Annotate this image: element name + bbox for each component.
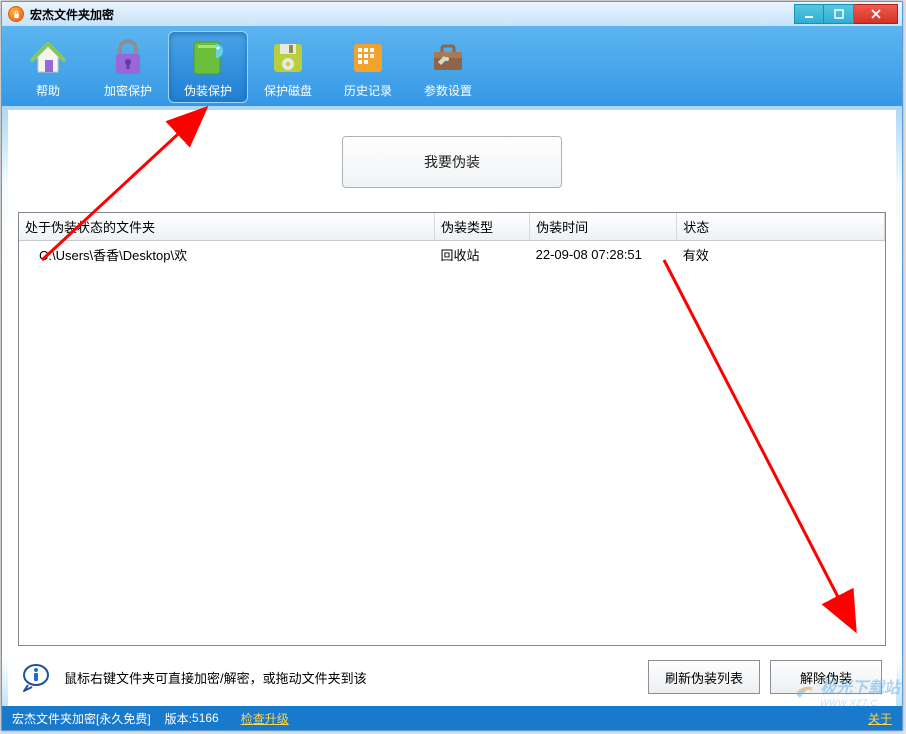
remove-disguise-button[interactable]: 解除伪装 <box>770 660 882 694</box>
refresh-list-button[interactable]: 刷新伪装列表 <box>648 660 760 694</box>
col-time[interactable]: 伪装时间 <box>530 213 677 241</box>
disguise-table: 处于伪装状态的文件夹 伪装类型 伪装时间 状态 C:\Users\香香\Desk… <box>18 212 886 646</box>
col-path[interactable]: 处于伪装状态的文件夹 <box>19 213 434 241</box>
statusbar: 宏杰文件夹加密[永久免费] 版本:5166 检查升级 关于 <box>2 706 902 730</box>
cell-status: 有效 <box>677 241 885 269</box>
window-title: 宏杰文件夹加密 <box>30 6 114 23</box>
toolbar-item-encrypt[interactable]: 加密保护 <box>88 31 168 103</box>
close-button[interactable] <box>854 4 898 24</box>
check-update-link[interactable]: 检查升级 <box>241 710 289 727</box>
info-icon <box>22 663 54 691</box>
hint-text: 鼠标右键文件夹可直接加密/解密，或拖动文件夹到该 <box>64 668 367 687</box>
toolbar-label: 参数设置 <box>424 82 472 99</box>
disguise-button[interactable]: 我要伪装 <box>342 136 562 188</box>
disk-icon <box>266 36 310 80</box>
home-icon <box>26 36 70 80</box>
toolbar-item-protect-disk[interactable]: 保护磁盘 <box>248 31 328 103</box>
toolbar-item-history[interactable]: 历史记录 <box>328 31 408 103</box>
lock-icon <box>106 36 150 80</box>
bottom-bar: 鼠标右键文件夹可直接加密/解密，或拖动文件夹到该 刷新伪装列表 解除伪装 <box>8 646 896 706</box>
toolbar-label: 伪装保护 <box>184 82 232 99</box>
cell-type: 回收站 <box>434 241 529 269</box>
toolbar-label: 加密保护 <box>104 82 152 99</box>
col-type[interactable]: 伪装类型 <box>434 213 529 241</box>
primary-action-row: 我要伪装 <box>8 110 896 212</box>
content-area: 我要伪装 处于伪装状态的文件夹 伪装类型 伪装时间 状态 C:\U <box>8 110 896 706</box>
app-window: 宏杰文件夹加密 帮助 <box>1 1 903 731</box>
toolbar-label: 保护磁盘 <box>264 82 312 99</box>
titlebar: 宏杰文件夹加密 <box>2 2 902 26</box>
maximize-button[interactable] <box>824 4 854 24</box>
app-icon <box>8 6 24 22</box>
status-product: 宏杰文件夹加密[永久免费] <box>12 710 151 727</box>
toolbar: 帮助 加密保护 <box>2 26 902 106</box>
toolbar-item-help[interactable]: 帮助 <box>8 31 88 103</box>
toolbar-label: 历史记录 <box>344 82 392 99</box>
status-version: 5166 <box>192 711 219 725</box>
window-controls <box>794 4 898 24</box>
book-mask-icon <box>186 36 230 80</box>
cell-time: 22-09-08 07:28:51 <box>530 241 677 269</box>
cell-path: C:\Users\香香\Desktop\欢 <box>19 241 434 269</box>
minimize-button[interactable] <box>794 4 824 24</box>
status-version-label: 版本: <box>165 710 192 727</box>
toolbar-label: 帮助 <box>36 82 60 99</box>
col-status[interactable]: 状态 <box>677 213 885 241</box>
toolbox-icon <box>426 36 470 80</box>
history-icon <box>346 36 390 80</box>
table-header-row: 处于伪装状态的文件夹 伪装类型 伪装时间 状态 <box>19 213 885 241</box>
toolbar-item-disguise[interactable]: 伪装保护 <box>168 31 248 103</box>
table-row[interactable]: C:\Users\香香\Desktop\欢 回收站 22-09-08 07:28… <box>19 241 885 269</box>
about-link[interactable]: 关于 <box>868 712 892 726</box>
toolbar-item-settings[interactable]: 参数设置 <box>408 31 488 103</box>
